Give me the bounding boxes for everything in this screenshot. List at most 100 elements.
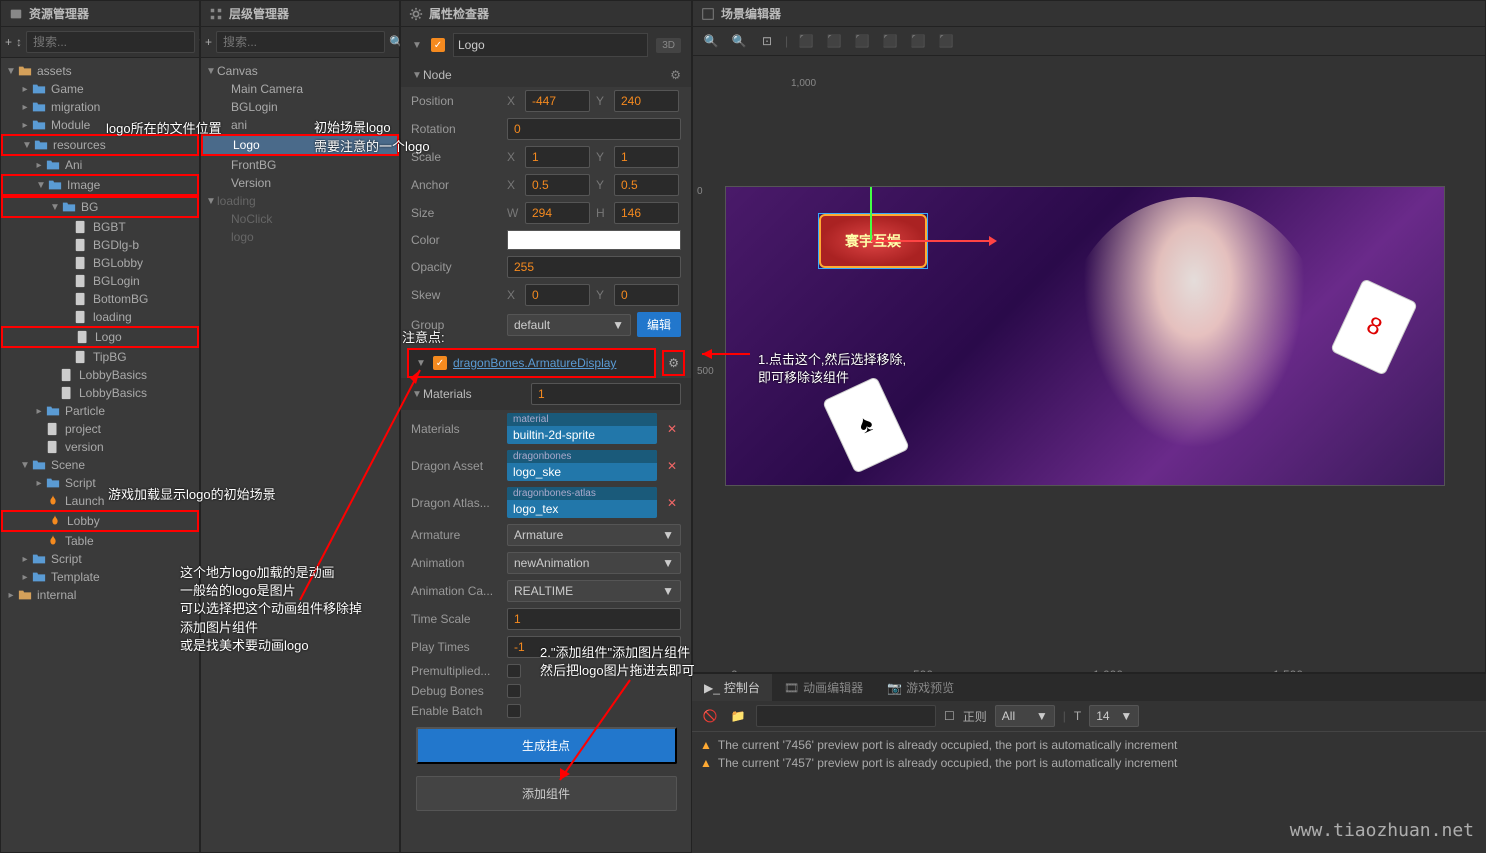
tree-item-lobbybasics[interactable]: LobbyBasics [1,384,199,402]
component-gear-icon[interactable]: ⚙ [662,350,685,376]
gizmo-y-axis[interactable] [870,186,872,241]
remove-icon[interactable]: ✕ [663,422,681,436]
scale-x-input[interactable] [525,146,590,168]
3d-badge[interactable]: 3D [656,38,681,53]
add-icon[interactable]: + [205,32,212,52]
group-dropdown[interactable]: default▼ [507,314,631,336]
tree-item-table[interactable]: Table [1,532,199,550]
sort-icon[interactable]: ↕ [16,32,22,52]
tree-item-bg[interactable]: ▼BG [1,196,199,218]
play-times-input[interactable] [507,636,681,658]
component-name[interactable]: dragonBones.ArmatureDisplay [453,356,616,370]
generate-mount-button[interactable]: 生成挂点 [416,727,677,764]
materials-slot[interactable]: material builtin-2d-sprite [507,413,657,444]
remove-icon[interactable]: ✕ [663,459,681,473]
opacity-input[interactable] [507,256,681,278]
tree-item-migration[interactable]: ▸migration [1,98,199,116]
tree-item-scene[interactable]: ▼Scene [1,456,199,474]
zoom-in-icon[interactable]: 🔍 [701,31,721,51]
skew-y-input[interactable] [614,284,679,306]
armature-dropdown[interactable]: Armature▼ [507,524,681,546]
hierarchy-search-input[interactable] [216,31,385,53]
tab-console[interactable]: ▶_控制台 [692,674,772,701]
tree-item-logo[interactable]: Logo [1,326,199,348]
gizmo-x-axis[interactable] [871,240,991,242]
scene-content[interactable]: 寰宇互娱 [725,186,1445,486]
tree-item-internal[interactable]: ▸internal [1,586,199,604]
hierarchy-item-canvas[interactable]: ▼Canvas [201,62,399,80]
tab-preview[interactable]: 📷游戏预览 [875,674,966,701]
tree-item-template[interactable]: ▸Template [1,568,199,586]
component-enabled-checkbox[interactable]: ✓ [433,356,447,370]
anchor-y-input[interactable] [614,174,679,196]
tree-item-version[interactable]: version [1,438,199,456]
tree-item-lobby[interactable]: Lobby [1,510,199,532]
hierarchy-item-bglogin[interactable]: BGLogin [201,98,399,116]
hierarchy-item-logo[interactable]: logo [201,228,399,246]
hierarchy-item-loading[interactable]: ▼loading [201,192,399,210]
align-right-icon[interactable]: ⬛ [852,31,872,51]
remove-icon[interactable]: ✕ [663,496,681,510]
debug-bones-checkbox[interactable] [507,684,521,698]
node-name-input[interactable] [453,33,648,57]
anchor-x-input[interactable] [525,174,590,196]
hierarchy-item-main camera[interactable]: Main Camera [201,80,399,98]
tree-item-image[interactable]: ▼Image [1,174,199,196]
tree-item-launch[interactable]: Launch [1,492,199,510]
tree-item-bottombg[interactable]: BottomBG [1,290,199,308]
node-section[interactable]: ▼ Node ⚙ [401,63,691,87]
position-y-input[interactable] [614,90,679,112]
open-icon[interactable]: 📁 [728,706,748,726]
animation-cache-dropdown[interactable]: REALTIME▼ [507,580,681,602]
hierarchy-item-frontbg[interactable]: FrontBG [201,156,399,174]
tree-item-bgbt[interactable]: BGBT [1,218,199,236]
dragon-atlas-slot[interactable]: dragonbones-atlas logo_tex [507,487,657,518]
size-h-input[interactable] [614,202,679,224]
materials-section[interactable]: ▼ Materials [401,378,691,410]
scale-y-input[interactable] [614,146,679,168]
tree-item-ani[interactable]: ▸Ani [1,156,199,174]
console-search-input[interactable] [756,705,936,727]
add-component-button[interactable]: 添加组件 [416,776,677,811]
console-message[interactable]: ▲The current '7456' preview port is alre… [696,736,1482,754]
tree-item-loading[interactable]: loading [1,308,199,326]
size-w-input[interactable] [525,202,590,224]
tree-item-module[interactable]: ▸Module [1,116,199,134]
tree-item-particle[interactable]: ▸Particle [1,402,199,420]
clear-icon[interactable]: 🚫 [700,706,720,726]
tree-item-game[interactable]: ▸Game [1,80,199,98]
console-message[interactable]: ▲The current '7457' preview port is alre… [696,754,1482,772]
component-header[interactable]: ▼ ✓ dragonBones.ArmatureDisplay [407,348,656,378]
align-top-icon[interactable]: ⬛ [880,31,900,51]
zoom-out-icon[interactable]: 🔍 [729,31,749,51]
tree-item-project[interactable]: project [1,420,199,438]
align-center-icon[interactable]: ⬛ [824,31,844,51]
hierarchy-item-version[interactable]: Version [201,174,399,192]
dragon-asset-slot[interactable]: dragonbones logo_ske [507,450,657,481]
tree-item-tipbg[interactable]: TipBG [1,348,199,366]
hierarchy-item-ani[interactable]: ani [201,116,399,134]
align-middle-icon[interactable]: ⬛ [908,31,928,51]
gear-icon[interactable]: ⚙ [670,68,681,82]
materials-count-input[interactable] [531,383,681,405]
tab-animation[interactable]: 🎞动画编辑器 [772,674,875,701]
collapse-icon[interactable]: ▼ [411,40,423,51]
position-x-input[interactable] [525,90,590,112]
filter-dropdown[interactable]: All▼ [995,705,1055,727]
align-left-icon[interactable]: ⬛ [796,31,816,51]
align-bottom-icon[interactable]: ⬛ [936,31,956,51]
animation-dropdown[interactable]: newAnimation▼ [507,552,681,574]
group-edit-button[interactable]: 编辑 [637,312,681,337]
add-icon[interactable]: + [5,32,12,52]
hierarchy-item-logo[interactable]: Logo [201,134,399,156]
zoom-fit-icon[interactable]: ⊡ [757,31,777,51]
skew-x-input[interactable] [525,284,590,306]
scene-canvas[interactable]: 1,000 0 500 寰宇互娱 1.点击这个,然后选择移除, 即可移除该组 [693,56,1485,672]
color-swatch[interactable] [507,230,681,250]
tree-item-assets[interactable]: ▼assets [1,62,199,80]
tree-item-script[interactable]: ▸Script [1,474,199,492]
assets-search-input[interactable] [26,31,195,53]
active-checkbox[interactable]: ✓ [431,38,445,52]
tree-item-bgdlg-b[interactable]: BGDlg-b [1,236,199,254]
rotation-input[interactable] [507,118,681,140]
